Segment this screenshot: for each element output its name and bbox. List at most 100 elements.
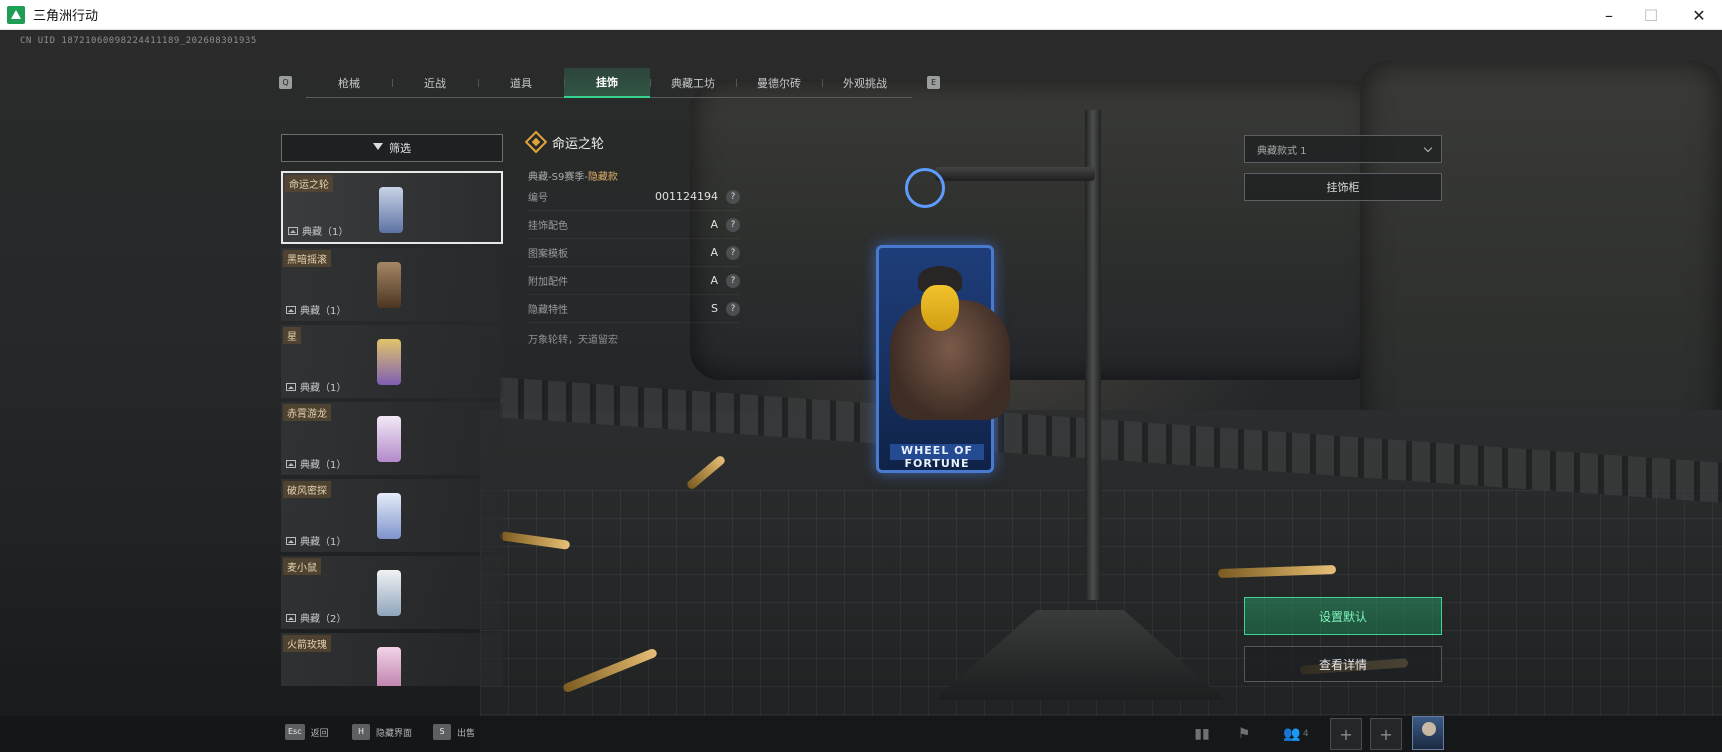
style-select-value: 典藏款式 1 — [1257, 145, 1307, 157]
item-tag: 典藏（1） — [286, 533, 346, 548]
attr-value: A — [710, 246, 718, 259]
help-icon[interactable]: ? — [726, 245, 740, 260]
help-icon[interactable]: ? — [726, 301, 740, 316]
detail-season: 典藏-S9赛季- — [528, 172, 588, 183]
item-tag: 典藏（1） — [286, 379, 346, 394]
item-tag-text: 典藏（1） — [302, 227, 349, 238]
charm-detail-panel: 命运之轮 典藏-S9赛季-隐藏款 编号 001124194 ? 挂饰配色 A ?… — [524, 130, 740, 360]
tab-collection-workshop[interactable]: 典藏工坊 — [650, 68, 736, 98]
tab-label: 枪械 — [338, 76, 360, 90]
hint-label: 出售 — [457, 728, 476, 739]
image-icon — [286, 305, 296, 314]
item-name: 麦小鼠 — [283, 558, 321, 575]
tab-next-key[interactable]: E — [927, 76, 940, 89]
list-item[interactable]: 命运之轮 典藏（1） — [281, 171, 503, 244]
detail-flavor-text: 万象轮转，天道留宏 — [528, 335, 618, 346]
team-slot-empty[interactable]: + — [1370, 718, 1402, 750]
tab-label: 外观挑战 — [843, 76, 887, 90]
list-item[interactable]: 黑暗摇滚 典藏（1） — [281, 248, 503, 321]
item-tag: 典藏（1） — [286, 302, 346, 317]
item-name: 星 — [283, 327, 301, 344]
item-tag-text: 典藏（1） — [300, 306, 347, 317]
hint-sell[interactable]: S 出售 — [433, 723, 475, 741]
tab-charms[interactable]: 挂饰 — [564, 67, 650, 98]
hint-back[interactable]: Esc 返回 — [285, 723, 329, 741]
tab-prev-key[interactable]: Q — [279, 76, 292, 89]
attr-label: 隐藏特性 — [528, 305, 568, 316]
close-button[interactable]: ✕ — [1676, 0, 1722, 30]
item-thumbnail — [379, 187, 403, 233]
image-icon — [286, 536, 296, 545]
stats-icon[interactable]: ▮▮ — [1186, 718, 1218, 750]
filter-button[interactable]: 筛选 — [281, 134, 503, 162]
attr-label: 图案模板 — [528, 249, 568, 260]
item-name: 黑暗摇滚 — [283, 250, 331, 267]
item-name: 破风密探 — [283, 481, 331, 498]
list-item[interactable]: 赤霄游龙 典藏（1） — [281, 402, 503, 475]
charm-figure-mask — [921, 285, 959, 331]
item-tag-text: 典藏（2） — [300, 614, 347, 625]
game-window: 三角洲行动 – ☐ ✕ WHEEL OF FORTUNE CN UID 1872… — [0, 0, 1722, 752]
attr-row-hidden-trait: 隐藏特性 S ? — [528, 295, 740, 323]
tab-firearms[interactable]: 枪械 — [306, 68, 392, 98]
tab-items[interactable]: 道具 — [478, 68, 564, 98]
display-stand-arm — [935, 167, 1095, 181]
help-icon[interactable]: ? — [726, 273, 740, 288]
attr-row-color: 挂饰配色 A ? — [528, 211, 740, 239]
charm-list[interactable]: 命运之轮 典藏（1） 黑暗摇滚 典藏（1） 星 典藏（1） 赤霄游龙 典藏（1）… — [281, 171, 503, 686]
list-item[interactable]: 火箭玫瑰 — [281, 633, 503, 686]
hint-hide-ui[interactable]: H 隐藏界面 — [352, 723, 412, 741]
team-slot-empty[interactable]: + — [1330, 718, 1362, 750]
help-icon[interactable]: ? — [726, 217, 740, 232]
hint-label: 返回 — [310, 728, 329, 739]
tab-mandel-brick[interactable]: 曼德尔砖 — [736, 68, 822, 98]
app-logo-icon — [7, 5, 25, 24]
detail-header: 命运之轮 — [524, 130, 740, 154]
hint-label: 隐藏界面 — [376, 728, 413, 739]
image-icon — [286, 382, 296, 391]
item-thumbnail — [377, 416, 401, 462]
list-item[interactable]: 麦小鼠 典藏（2） — [281, 556, 503, 629]
charm-cabinet-button[interactable]: 挂饰柜 — [1244, 173, 1442, 201]
item-tag: 典藏（1） — [286, 456, 346, 471]
player-uid: CN UID 18721060098224411189_202608301935 — [20, 36, 257, 46]
hint-key: S — [433, 724, 451, 740]
image-icon — [286, 613, 296, 622]
tab-label: 近战 — [424, 76, 446, 90]
view-details-button[interactable]: 查看详情 — [1244, 646, 1442, 682]
item-thumbnail — [377, 339, 401, 385]
player-avatar[interactable] — [1412, 716, 1444, 750]
chevron-down-icon — [1423, 143, 1433, 153]
item-name: 命运之轮 — [285, 175, 333, 192]
item-tag: 典藏（1） — [288, 223, 348, 238]
funnel-icon — [373, 143, 383, 153]
hint-key: H — [352, 724, 370, 740]
hint-key: Esc — [285, 724, 305, 740]
maximize-button[interactable]: ☐ — [1628, 0, 1674, 30]
help-icon[interactable]: ? — [726, 189, 740, 204]
charm-hook-ring — [905, 168, 945, 208]
list-item[interactable]: 星 典藏（1） — [281, 325, 503, 398]
detail-rarity: 隐藏款 — [587, 172, 618, 183]
minimize-button[interactable]: – — [1586, 0, 1632, 30]
image-icon — [286, 459, 296, 468]
charm-banner: WHEEL OF FORTUNE — [890, 444, 984, 470]
friends-icon[interactable]: 👥 4 — [1280, 718, 1312, 750]
collection-style-select[interactable]: 典藏款式 1 — [1244, 135, 1442, 163]
attr-label: 附加配件 — [528, 277, 568, 288]
list-item[interactable]: 破风密探 典藏（1） — [281, 479, 503, 552]
set-default-button[interactable]: 设置默认 — [1244, 597, 1442, 635]
attr-value: S — [711, 302, 718, 315]
attr-row-accessory: 附加配件 A ? — [528, 267, 740, 295]
tab-label: 典藏工坊 — [671, 76, 715, 90]
category-tabs: 枪械 近战 道具 挂饰 典藏工坊 曼德尔砖 外观挑战 — [306, 67, 912, 98]
attr-label: 挂饰配色 — [528, 221, 568, 232]
item-thumbnail — [377, 493, 401, 539]
tab-appearance-challenge[interactable]: 外观挑战 — [822, 68, 908, 98]
flag-icon[interactable]: ⚑ — [1228, 718, 1260, 750]
window-title: 三角洲行动 — [33, 9, 99, 24]
tab-melee[interactable]: 近战 — [392, 68, 478, 98]
friends-count: 4 — [1302, 729, 1309, 739]
attr-value: A — [710, 218, 718, 231]
item-tag-text: 典藏（1） — [300, 460, 347, 471]
